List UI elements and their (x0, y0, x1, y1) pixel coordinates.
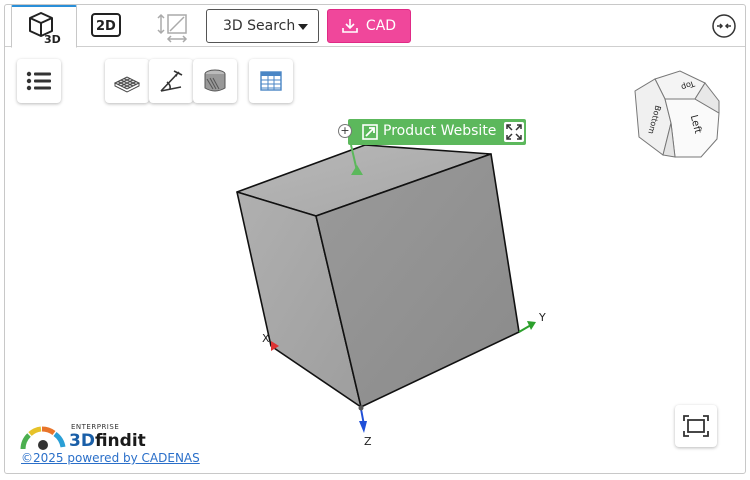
plus-icon[interactable]: + (338, 124, 352, 138)
copyright-link[interactable]: ©2025 powered by CADENAS (21, 451, 200, 465)
cube-model[interactable] (236, 144, 520, 408)
fit-view-icon (683, 415, 709, 437)
viewer-frame: 3D 2D 3D Search CAD X Y Z + Product Webs… (4, 4, 746, 474)
axis-z (358, 405, 367, 433)
axis-z-label: Z (364, 435, 372, 448)
fit-view-button[interactable] (675, 405, 717, 447)
brand-tag: ENTERPRISE (71, 423, 120, 431)
axis-y-label: Y (538, 311, 546, 324)
product-website-text: Product Website (383, 123, 497, 139)
view-cube[interactable]: Top Bottom Left (625, 67, 725, 167)
brand-name-prefix: 3D (69, 431, 95, 451)
brand-name-suffix: findit (94, 431, 146, 451)
brand-name: 3Dfindit (69, 431, 146, 451)
gauge-logo-icon (20, 426, 66, 450)
fullscreen-icon[interactable] (504, 122, 524, 142)
external-link-icon (362, 124, 378, 140)
axis-x-label: X (262, 332, 270, 345)
axis-y (518, 321, 536, 333)
product-website-label[interactable]: + Product Website (338, 119, 526, 145)
brand-logo[interactable]: ENTERPRISE 3Dfindit (19, 423, 159, 453)
